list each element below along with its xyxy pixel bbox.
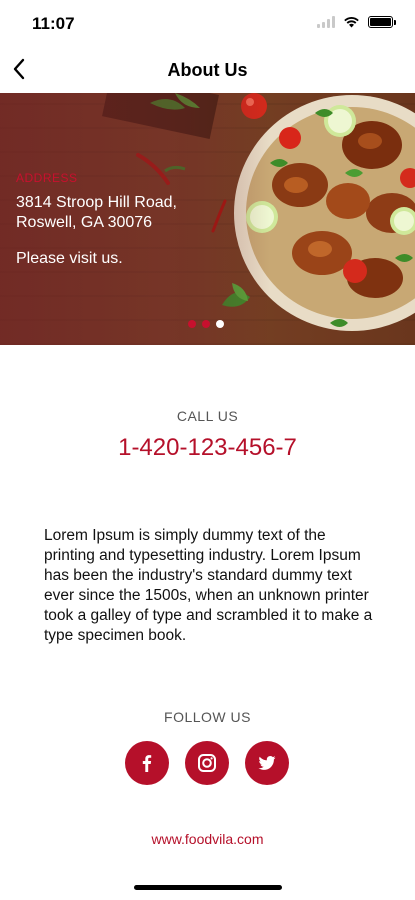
battery-icon [368,16,396,28]
instagram-button[interactable] [185,741,229,785]
page-title: About Us [167,60,248,80]
social-buttons [125,741,289,785]
follow-us-label: FOLLOW US [164,709,251,725]
carousel-dot[interactable] [188,320,196,328]
status-icons [317,16,396,28]
phone-link[interactable]: 1-420-123-456-7 [0,434,415,462]
twitter-icon [258,756,276,770]
instagram-icon [198,754,216,772]
address-line-2: Roswell, GA 30076 [16,214,153,231]
call-us-label: CALL US [176,408,239,424]
carousel-dot-active[interactable] [216,320,224,328]
nav-bar: About Us [0,46,415,92]
description-text: Lorem Ipsum is simply dummy text of the … [44,527,373,644]
website-link[interactable]: www.foodvila.com [0,831,415,847]
signal-icon [317,16,335,28]
facebook-button[interactable] [125,741,169,785]
address-line-1: 3814 Stroop Hill Road, [16,194,177,211]
hero-carousel[interactable]: ADDRESS 3814 Stroop Hill Road, Roswell, … [0,93,415,345]
about-us-screen: 11:07 About Us ADDRESS 3814 Stroop Hill … [0,0,415,900]
carousel-dots [188,320,224,328]
visit-text: Please visit us. [16,250,123,267]
status-time: 11:07 [32,14,75,33]
carousel-dot[interactable] [202,320,210,328]
facebook-icon [142,755,152,772]
status-bar: 11:07 [0,0,415,46]
twitter-button[interactable] [245,741,289,785]
address-label: ADDRESS [16,171,78,185]
home-indicator [134,885,282,890]
wifi-icon [344,17,359,28]
